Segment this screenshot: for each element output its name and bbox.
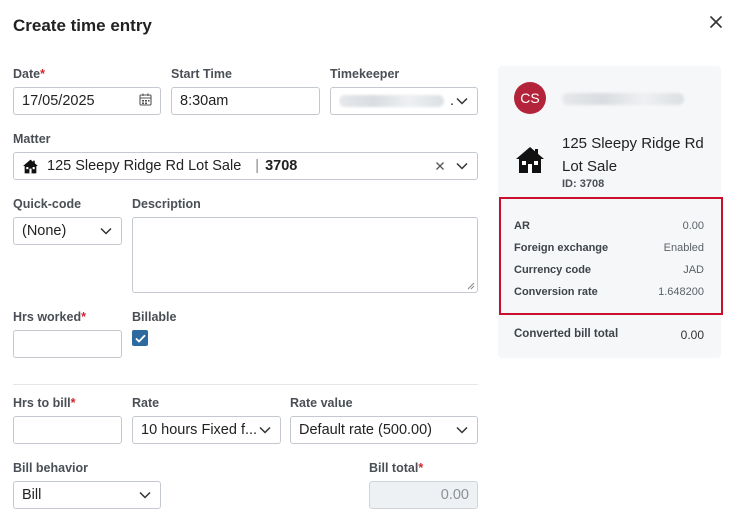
house-icon (514, 144, 546, 176)
timekeeper-select[interactable]: . (330, 87, 478, 115)
bill-behavior-value: Bill (22, 487, 42, 503)
quick-code-select[interactable]: (None) (13, 217, 122, 245)
rate-value-label: Rate value (290, 396, 353, 410)
start-time-value: 8:30am (180, 93, 229, 109)
required-asterisk: * (70, 396, 76, 410)
bill-total-field: 0.00 (369, 481, 478, 509)
avatar: CS (514, 82, 546, 114)
bill-total-label: Bill total* (369, 461, 424, 475)
hrs-to-bill-input[interactable] (13, 416, 122, 444)
start-time-field[interactable]: 8:30am (171, 87, 320, 115)
rate-label: Rate (132, 396, 160, 410)
timekeeper-value: . (339, 93, 455, 109)
chevron-down-icon[interactable] (99, 224, 113, 238)
house-icon (22, 158, 39, 175)
date-value: 17/05/2025 (22, 93, 95, 109)
calendar-icon[interactable] (139, 93, 152, 110)
start-time-label: Start Time (171, 67, 232, 81)
rate-value-select[interactable]: Default rate (500.00) (290, 416, 478, 444)
panel-row-converted-bill-total: Converted bill total 0.00 (514, 328, 704, 342)
panel-matter-id: ID: 3708 (562, 178, 605, 190)
required-asterisk: * (81, 310, 86, 324)
required-asterisk: * (418, 461, 424, 475)
bill-total-value: 0.00 (440, 487, 469, 503)
date-label: Date* (13, 67, 45, 81)
highlight-box (499, 197, 723, 315)
close-icon[interactable] (706, 12, 726, 32)
resize-grip-icon[interactable] (467, 282, 475, 290)
date-field[interactable]: 17/05/2025 (13, 87, 161, 115)
matter-label: Matter (13, 132, 51, 146)
quick-code-label: Quick-code (13, 197, 82, 211)
required-asterisk: * (40, 67, 45, 81)
dialog-title: Create time entry (13, 16, 152, 35)
chevron-down-icon[interactable] (258, 423, 272, 437)
redacted-user-name (562, 93, 684, 105)
hrs-to-bill-label: Hrs to bill* (13, 396, 76, 410)
hrs-worked-label: Hrs worked* (13, 310, 86, 324)
hrs-worked-input[interactable] (13, 330, 122, 358)
section-divider (13, 384, 478, 385)
matter-select[interactable]: 125 Sleepy Ridge Rd Lot Sale | 3708 (13, 152, 478, 180)
rate-select[interactable]: 10 hours Fixed f... (132, 416, 281, 444)
description-label: Description (132, 197, 201, 211)
description-textarea[interactable] (132, 217, 478, 293)
bill-behavior-select[interactable]: Bill (13, 481, 161, 509)
checkmark-icon (134, 334, 146, 343)
chevron-down-icon[interactable] (455, 94, 469, 108)
rate-value-selected: Default rate (500.00) (299, 422, 432, 438)
redacted-timekeeper-name (339, 95, 444, 108)
chevron-down-icon[interactable] (138, 488, 152, 502)
chevron-down-icon[interactable] (455, 159, 469, 173)
bill-behavior-label: Bill behavior (13, 461, 89, 475)
close-glyph (710, 16, 722, 28)
timekeeper-label: Timekeeper (330, 67, 400, 81)
quick-code-value: (None) (22, 223, 67, 239)
chevron-down-icon[interactable] (455, 423, 469, 437)
rate-value-text: 10 hours Fixed f... (141, 422, 258, 438)
clear-icon[interactable] (435, 161, 445, 171)
panel-matter-name: 125 Sleepy Ridge Rd Lot Sale (562, 135, 704, 175)
billable-label: Billable (132, 310, 177, 324)
matter-value: 125 Sleepy Ridge Rd Lot Sale | 3708 (47, 158, 298, 174)
billable-checkbox[interactable] (132, 330, 148, 346)
